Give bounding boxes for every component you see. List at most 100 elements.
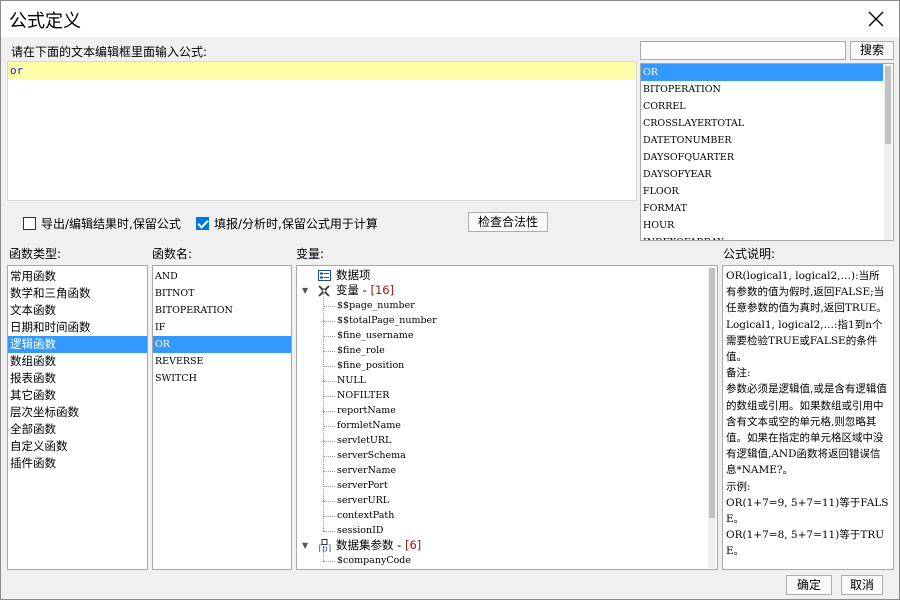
ok-button[interactable]: 确定 <box>786 575 832 595</box>
search-result-item[interactable]: FLOOR <box>641 183 893 200</box>
search-results-scrollbar[interactable] <box>884 65 892 240</box>
variable-item[interactable]: servletURL <box>337 433 391 448</box>
expand-toggle-icon[interactable]: ▼ <box>302 541 311 550</box>
dataset-parameters-separator: - <box>393 538 405 552</box>
variables-scrollbar[interactable] <box>708 267 716 568</box>
tree-connector <box>323 306 335 307</box>
keep-formula-export-checkbox[interactable] <box>23 216 36 230</box>
cancel-button[interactable]: 取消 <box>841 575 883 595</box>
function-type-item[interactable]: 文本函数 <box>8 302 147 319</box>
search-results-scroll-thumb[interactable] <box>885 66 891 144</box>
variable-item[interactable]: NULL <box>337 373 366 388</box>
search-result-item[interactable]: OR <box>641 64 883 81</box>
function-type-item[interactable]: 常用函数 <box>8 268 147 285</box>
search-result-item[interactable]: CROSSLAYERTOTAL <box>641 115 893 132</box>
search-result-item[interactable]: DAYSOFQUARTER <box>641 149 893 166</box>
keep-formula-fill-label: 填报/分析时,保留公式用于计算 <box>214 216 378 231</box>
description-line: OR(1+7=8, 5+7=11)等于TRUE。 <box>726 529 885 558</box>
function-type-item[interactable]: 自定义函数 <box>8 438 147 455</box>
variable-item[interactable]: $$totalPage_number <box>337 313 437 328</box>
variable-item[interactable]: reportName <box>337 403 396 418</box>
variable-item[interactable]: serverName <box>337 463 396 478</box>
description-line: OR(1+7=9, 5+7=11)等于FALSE。 <box>726 496 889 526</box>
formula-editor-current-line[interactable]: or <box>8 62 636 79</box>
description-line: Logical1, logical2,…:指1到n个需要检验TRUE或FALSE… <box>726 318 883 364</box>
function-types-list[interactable]: 常用函数 数学和三角函数 文本函数 日期和时间函数 逻辑函数 数组函数 报表函数 其它函数 层次… <box>7 265 148 570</box>
window-title: 公式定义 <box>9 11 81 32</box>
close-button[interactable] <box>853 1 899 37</box>
search-result-item[interactable]: BITOPERATION <box>641 81 893 98</box>
dataset-parameters-count: [6] <box>404 538 422 552</box>
function-name-item[interactable]: REVERSE <box>153 353 291 370</box>
tree-connector <box>323 411 335 412</box>
close-icon <box>868 11 884 27</box>
tree-connector <box>323 456 335 457</box>
tree-connector <box>323 366 335 367</box>
variable-item[interactable]: formletName <box>337 418 401 433</box>
tree-connector <box>323 426 335 427</box>
variable-item[interactable]: $fine_username <box>337 328 413 343</box>
function-name-item[interactable]: IF <box>153 319 291 336</box>
variable-item[interactable]: $fine_position <box>337 358 404 373</box>
function-type-item[interactable]: 数组函数 <box>8 353 147 370</box>
function-name-item[interactable]: SWITCH <box>153 370 291 387</box>
function-name-item[interactable]: OR <box>153 336 291 353</box>
function-type-item[interactable]: 插件函数 <box>8 455 147 472</box>
function-name-item[interactable]: AND <box>153 268 291 285</box>
function-name-item[interactable]: BITOPERATION <box>153 302 291 319</box>
search-results-list[interactable]: OR BITOPERATION CORREL CROSSLAYERTOTAL DATET… <box>640 63 894 241</box>
search-result-item[interactable]: DAYSOFYEAR <box>641 166 893 183</box>
function-type-item[interactable]: 全部函数 <box>8 421 147 438</box>
check-validity-button[interactable]: 检查合法性 <box>468 212 548 232</box>
description-label: 公式说明: <box>723 247 776 261</box>
search-result-item[interactable]: DATETONUMBER <box>641 132 893 149</box>
variables-scroll-thumb[interactable] <box>709 268 715 518</box>
editor-label: 请在下面的文本编辑框里面输入公式: <box>11 45 208 59</box>
formula-editor[interactable]: or <box>7 61 637 201</box>
search-result-item[interactable]: HOUR <box>641 217 893 234</box>
variable-item[interactable]: $fine_role <box>337 343 385 358</box>
search-result-item[interactable]: INDEXOFARRAY <box>641 234 893 240</box>
search-result-item[interactable]: FORMAT <box>641 200 893 217</box>
description-line: 示例: <box>726 480 751 493</box>
function-type-item[interactable]: 逻辑函数 <box>8 336 147 353</box>
tree-connector <box>323 531 335 532</box>
function-type-item[interactable]: 报表函数 <box>8 370 147 387</box>
function-search-input[interactable] <box>640 41 846 60</box>
function-type-item[interactable]: 层次坐标函数 <box>8 404 147 421</box>
variables-group-node[interactable]: 变量 - [16] <box>336 283 394 298</box>
variables-group-separator: - <box>359 283 371 297</box>
variables-tree[interactable]: 数据项 ▼ 变量 - [16] $$page_number $$totalPage_nu… <box>296 265 718 570</box>
function-type-item[interactable]: 日期和时间函数 <box>8 319 147 336</box>
dataset-parameter-item[interactable]: $companyCode <box>337 553 411 568</box>
variable-item[interactable]: serverSchema <box>337 448 406 463</box>
function-type-item[interactable]: 数学和三角函数 <box>8 285 147 302</box>
keep-formula-fill-checkbox[interactable] <box>196 216 209 230</box>
keep-formula-export-option[interactable]: 导出/编辑结果时,保留公式 <box>23 215 181 231</box>
search-result-item[interactable]: CORREL <box>641 98 893 115</box>
search-button[interactable]: 搜索 <box>850 41 894 60</box>
variable-item[interactable]: sessionID <box>337 523 384 538</box>
function-name-item[interactable]: BITNOT <box>153 285 291 302</box>
dataset-parameters-node[interactable]: 数据集参数 - [6] <box>336 538 421 553</box>
svg-text:[p]: [p] <box>319 545 332 553</box>
variable-item[interactable]: $$page_number <box>337 298 415 313</box>
variables-label: 变量: <box>296 247 325 261</box>
function-names-list[interactable]: AND BITNOT BITOPERATION IF OR REVERSE SWITCH <box>152 265 292 570</box>
expand-toggle-icon[interactable]: ▼ <box>302 286 311 295</box>
variable-item[interactable]: serverURL <box>337 493 389 508</box>
datasource-icon <box>318 270 331 284</box>
tree-connector <box>323 321 335 322</box>
function-type-item[interactable]: 其它函数 <box>8 387 147 404</box>
description-line: OR(logical1, logical2,…):当所有参数的值为假时,返回FA… <box>726 270 887 315</box>
variable-item[interactable]: NOFILTER <box>337 388 389 403</box>
tree-connector <box>323 441 335 442</box>
variable-item[interactable]: serverPort <box>337 478 388 493</box>
tree-connector <box>323 486 335 487</box>
tree-connector <box>323 516 335 517</box>
variables-datasource-node[interactable]: 数据项 <box>336 268 371 283</box>
variable-item[interactable]: contextPath <box>337 508 394 523</box>
tree-connector <box>323 546 324 561</box>
tree-connector <box>323 291 324 531</box>
keep-formula-fill-option[interactable]: 填报/分析时,保留公式用于计算 <box>196 215 378 231</box>
